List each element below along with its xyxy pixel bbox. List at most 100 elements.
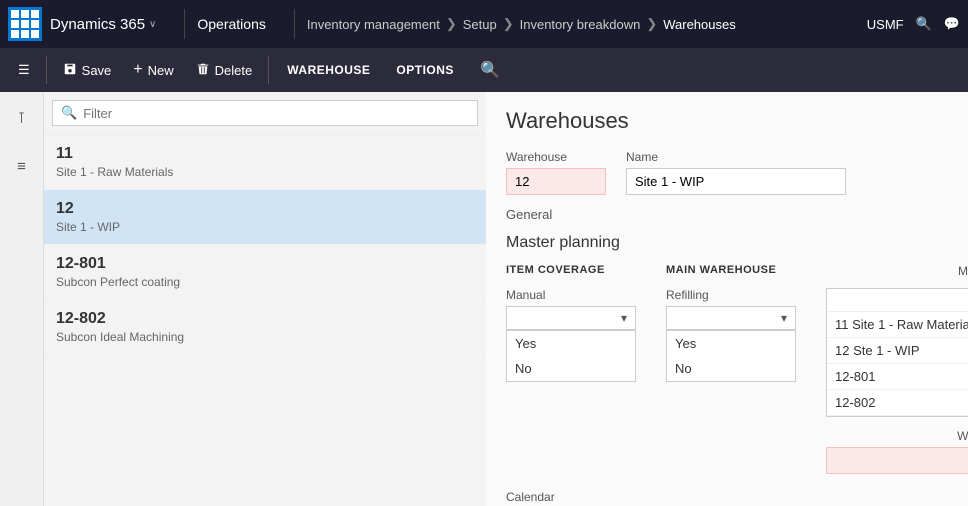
new-button[interactable]: + New [123, 55, 183, 85]
item-name: Site 1 - Raw Materials [56, 165, 474, 179]
page-title: Warehouses [506, 108, 948, 134]
warehouse-name-row: Warehouse Name [506, 150, 948, 195]
breadcrumb-sep-3: ❯ [646, 16, 657, 32]
brand-label[interactable]: Dynamics 365 ∨ [50, 16, 156, 33]
coverage-section: ITEM COVERAGE Manual ▾ Yes No MAIN WAREH [506, 264, 948, 474]
main-warehouse-dropdown[interactable]: ▾ 11 Site 1 - Raw Materials 12 Ste 1 - W… [826, 288, 968, 417]
refilling-field: Refilling ▾ Yes No [666, 288, 796, 382]
refilling-dropdown-arrow: ▾ [781, 311, 787, 325]
manual-yes-option[interactable]: Yes [507, 331, 635, 356]
mw-item[interactable]: 11 Site 1 - Raw Materials [827, 312, 968, 338]
delete-icon [196, 62, 210, 79]
item-id: 12-801 [56, 255, 474, 273]
top-nav-bar: Dynamics 365 ∨ Operations Inventory mana… [0, 0, 968, 48]
main-layout: ⊺ ≡ 🔍 11 Site 1 - Raw Materials 12 Site … [0, 92, 968, 506]
calendar-field: Calendar ∨ [506, 490, 686, 506]
sidebar-filter: 🔍 [44, 92, 486, 135]
list-toggle-button[interactable]: ≡ [6, 150, 38, 182]
refilling-dropdown[interactable]: ▾ [666, 306, 796, 330]
breadcrumb-sep-2: ❯ [503, 16, 514, 32]
general-label: General [506, 207, 948, 222]
item-id: 12 [56, 200, 474, 218]
manual-field: Manual ▾ Yes No [506, 288, 636, 382]
refilling-label: Refilling [666, 288, 796, 302]
warehouse-input[interactable] [506, 168, 606, 195]
refilling-yes-option[interactable]: Yes [667, 331, 795, 356]
save-button[interactable]: Save [53, 56, 122, 85]
warehouse-field: Warehouse [506, 150, 606, 195]
breadcrumb-inventory[interactable]: Inventory management [307, 17, 440, 32]
manual-label: Manual [506, 288, 636, 302]
sidebar-content: 🔍 11 Site 1 - Raw Materials 12 Site 1 - … [44, 92, 486, 506]
filter-icon: ⊺ [18, 109, 26, 127]
item-coverage-col: ITEM COVERAGE Manual ▾ Yes No [506, 264, 636, 382]
warehouse-label: Warehouse [506, 150, 606, 164]
toolbar-search-icon[interactable]: 🔍 [476, 56, 504, 84]
name-input[interactable] [626, 168, 846, 195]
list-item[interactable]: 12-802 Subcon Ideal Machining [44, 300, 486, 355]
item-id: 11 [56, 145, 474, 163]
item-id: 12-802 [56, 310, 474, 328]
toolbar: ☰ Save + New Delete WAREHOUSE OPTIONS 🔍 [0, 48, 968, 92]
main-warehouse-coverage-col: MAIN WAREHOUSE Refilling ▾ Yes No [666, 264, 796, 382]
chat-icon[interactable]: 💬 [944, 16, 960, 32]
sidebar-icon-panel: ⊺ ≡ [0, 92, 44, 506]
mw-item[interactable]: 12-801 [827, 364, 968, 390]
list-item[interactable]: 12-801 Subcon Perfect coating [44, 245, 486, 300]
manual-dropdown-arrow: ▾ [621, 311, 627, 325]
main-warehouse-header: MAIN WAREHOUSE [666, 264, 796, 276]
sidebar-list: 11 Site 1 - Raw Materials 12 Site 1 - WI… [44, 135, 486, 506]
filter-search-icon: 🔍 [61, 105, 77, 121]
breadcrumb: Inventory management ❯ Setup ❯ Inventory… [307, 16, 736, 32]
refilling-no-option[interactable]: No [667, 356, 795, 381]
warehouse-level-label: Warehouse level [826, 429, 968, 443]
name-label: Name [626, 150, 846, 164]
list-item[interactable]: 12 Site 1 - WIP [44, 190, 486, 245]
filter-input-wrap[interactable]: 🔍 [52, 100, 478, 126]
new-icon: + [133, 61, 142, 79]
waffle-icon [11, 10, 39, 38]
refilling-options-list: Yes No [666, 330, 796, 382]
master-planning-heading: Master planning [506, 234, 948, 252]
manual-options-list: Yes No [506, 330, 636, 382]
brand-chevron-icon: ∨ [149, 19, 156, 30]
manual-no-option[interactable]: No [507, 356, 635, 381]
main-content: Warehouses Warehouse Name General Master… [486, 92, 968, 506]
options-tab[interactable]: OPTIONS [384, 57, 466, 83]
nav-separator [184, 9, 185, 39]
toolbar-divider-1 [46, 56, 47, 84]
hamburger-button[interactable]: ☰ [8, 56, 40, 84]
item-name: Subcon Perfect coating [56, 275, 474, 289]
item-name: Site 1 - WIP [56, 220, 474, 234]
breadcrumb-breakdown[interactable]: Inventory breakdown [520, 17, 641, 32]
save-icon [63, 62, 77, 79]
waffle-button[interactable] [8, 7, 42, 41]
mw-item[interactable]: 12 Ste 1 - WIP [827, 338, 968, 364]
mw-item[interactable]: 12-802 [827, 390, 968, 416]
warehouse-level-input[interactable] [826, 447, 968, 474]
nav-separator-2 [294, 9, 295, 39]
filter-toggle-button[interactable]: ⊺ [6, 102, 38, 134]
search-icon[interactable]: 🔍 [916, 16, 932, 32]
delete-button[interactable]: Delete [186, 56, 263, 85]
main-warehouse-list-col: Main warehouse ▾ 11 Site 1 - Raw Materia… [826, 264, 968, 474]
toolbar-divider-2 [268, 56, 269, 84]
list-icon: ≡ [17, 158, 26, 175]
item-name: Subcon Ideal Machining [56, 330, 474, 344]
name-field: Name [626, 150, 846, 195]
top-nav-right: USMF 🔍 💬 [867, 16, 960, 32]
hamburger-icon: ☰ [18, 62, 30, 78]
filter-input[interactable] [83, 106, 469, 121]
manual-dropdown[interactable]: ▾ [506, 306, 636, 330]
tenant-code: USMF [867, 17, 904, 32]
mw-dropdown-header[interactable]: ▾ [827, 289, 968, 312]
operations-label: Operations [197, 16, 265, 32]
breadcrumb-sep-1: ❯ [446, 16, 457, 32]
lower-row: Calendar ∨ [506, 490, 948, 506]
warehouse-tab[interactable]: WAREHOUSE [275, 57, 382, 83]
breadcrumb-warehouses: Warehouses [663, 17, 736, 32]
main-warehouse-label: Main warehouse [826, 264, 968, 278]
list-item[interactable]: 11 Site 1 - Raw Materials [44, 135, 486, 190]
calendar-label: Calendar [506, 490, 686, 504]
breadcrumb-setup[interactable]: Setup [463, 17, 497, 32]
